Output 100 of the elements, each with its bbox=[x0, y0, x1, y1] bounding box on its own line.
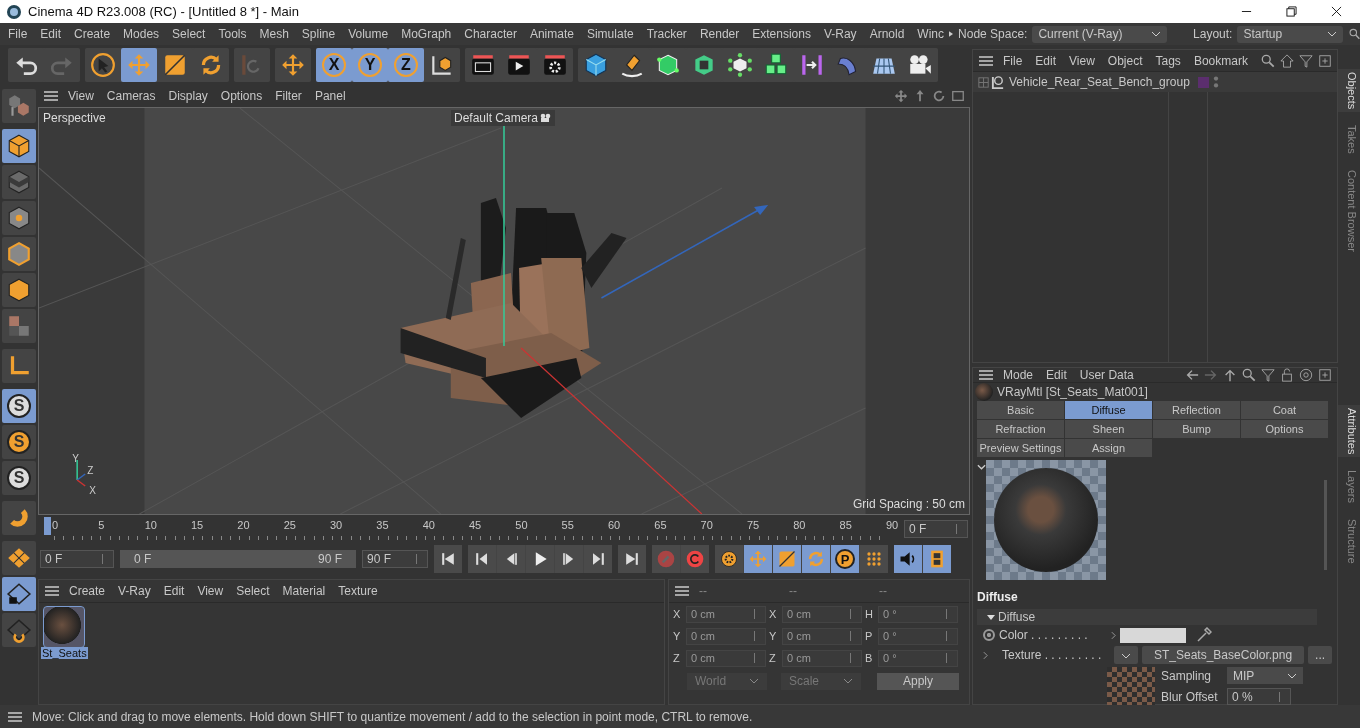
menu-item[interactable]: Winc bbox=[917, 27, 944, 41]
coordinate-field[interactable]: 0 cm bbox=[686, 649, 766, 667]
end-frame-field[interactable]: 90 F bbox=[362, 550, 428, 568]
material-thumbnail[interactable] bbox=[44, 607, 85, 647]
cubes-arrow-button[interactable] bbox=[2, 89, 36, 123]
next-key-button[interactable] bbox=[584, 545, 612, 573]
attribute-tab[interactable]: Preview Settings bbox=[977, 439, 1064, 457]
snap-button[interactable]: S bbox=[2, 461, 36, 495]
target-icon[interactable] bbox=[1299, 368, 1313, 382]
menu-item[interactable]: Modes bbox=[123, 27, 160, 41]
play-button[interactable] bbox=[526, 545, 554, 573]
frame-range-slider[interactable]: 0 F 90 F bbox=[120, 550, 356, 568]
menu-item[interactable]: Create bbox=[74, 27, 111, 41]
group-header[interactable]: Diffuse bbox=[977, 609, 1317, 625]
menu-item[interactable]: View bbox=[197, 584, 224, 598]
cube-faces-button[interactable] bbox=[2, 273, 36, 307]
up-arrow-icon[interactable] bbox=[1223, 368, 1237, 382]
menu-item[interactable]: Display bbox=[168, 89, 208, 103]
grid-lock-button[interactable] bbox=[2, 577, 36, 611]
record-button[interactable] bbox=[681, 545, 709, 573]
snap-button[interactable]: S bbox=[2, 425, 36, 459]
coordinate-field[interactable]: 0 ° bbox=[878, 627, 958, 645]
coordinate-field[interactable]: 0 ° bbox=[878, 649, 958, 667]
attribute-tab[interactable]: Refraction bbox=[977, 420, 1064, 438]
menu-item[interactable]: Panel bbox=[314, 89, 346, 103]
close-icon[interactable] bbox=[1331, 6, 1342, 17]
search-icon[interactable] bbox=[1348, 27, 1360, 41]
layout-dropdown[interactable]: Startup bbox=[1237, 25, 1343, 43]
search-icon[interactable] bbox=[1242, 368, 1256, 382]
side-tab[interactable]: Layers bbox=[1338, 467, 1360, 507]
coordinate-field[interactable]: 0 cm bbox=[782, 649, 862, 667]
browse-button[interactable]: ... bbox=[1308, 646, 1333, 664]
apply-button[interactable]: Apply bbox=[877, 672, 959, 690]
sampling-dropdown[interactable]: MIP bbox=[1227, 667, 1303, 684]
menu-item[interactable]: Tags bbox=[1155, 53, 1181, 68]
coordinate-field[interactable]: 0 cm bbox=[686, 627, 766, 645]
menu-icon[interactable] bbox=[979, 55, 993, 66]
attribute-tab[interactable]: Basic bbox=[977, 401, 1064, 419]
playhead-marker[interactable] bbox=[44, 517, 51, 535]
new-panel-icon[interactable] bbox=[1318, 53, 1332, 68]
move-view-icon[interactable] bbox=[894, 89, 908, 103]
menu-item[interactable]: V-Ray bbox=[823, 27, 857, 41]
gear-button[interactable] bbox=[715, 545, 743, 573]
menu-item[interactable]: Edit bbox=[40, 27, 62, 41]
animate-radio-icon[interactable] bbox=[983, 629, 995, 641]
node-space-dropdown[interactable]: Current (V-Ray) bbox=[1032, 25, 1168, 43]
current-frame-field[interactable]: 0 F bbox=[904, 520, 968, 538]
menu-item[interactable]: Render bbox=[699, 27, 740, 41]
eyedropper-icon[interactable] bbox=[1196, 627, 1212, 643]
menu-item[interactable]: Spline bbox=[301, 27, 336, 41]
menu-item[interactable]: MoGraph bbox=[401, 27, 452, 41]
menu-item[interactable]: File bbox=[1003, 53, 1023, 68]
texture-file-button[interactable]: ST_Seats_BaseColor.png bbox=[1142, 646, 1305, 664]
search-icon[interactable] bbox=[1261, 53, 1275, 68]
menu-icon[interactable] bbox=[675, 586, 689, 596]
material-name[interactable]: St_Seats bbox=[41, 647, 88, 659]
side-tab[interactable]: Structure bbox=[1338, 516, 1360, 568]
attribute-tab[interactable]: Options bbox=[1241, 420, 1328, 438]
menu-item[interactable]: Tools bbox=[218, 27, 247, 41]
menu-item[interactable]: Extensions bbox=[752, 27, 811, 41]
material-tag-swatch[interactable] bbox=[1197, 76, 1209, 88]
side-tab[interactable]: Objects bbox=[1338, 69, 1360, 113]
menu-item[interactable]: Select bbox=[172, 27, 206, 41]
maximize-icon[interactable] bbox=[1286, 6, 1297, 17]
lock-icon[interactable] bbox=[1280, 368, 1294, 382]
menu-item[interactable]: Bookmark bbox=[1193, 53, 1248, 68]
blur-offset-field[interactable]: 0 % bbox=[1227, 688, 1291, 705]
expand-chevron-icon[interactable] bbox=[1111, 630, 1116, 640]
axis-button[interactable] bbox=[2, 349, 36, 383]
speaker-button[interactable] bbox=[894, 545, 922, 573]
menu-item[interactable]: File bbox=[8, 27, 28, 41]
axis-lock-button[interactable]: Z bbox=[388, 48, 424, 82]
attribute-tab[interactable]: Coat bbox=[1241, 401, 1328, 419]
cube-points-button[interactable] bbox=[2, 201, 36, 235]
visibility-dots-icon[interactable] bbox=[1212, 76, 1219, 88]
collapse-chevron-icon[interactable] bbox=[977, 464, 986, 470]
rotate-view-icon[interactable] bbox=[932, 89, 946, 103]
expand-chevron-icon[interactable] bbox=[983, 650, 988, 660]
first-frame-button[interactable] bbox=[434, 545, 462, 573]
menu-item[interactable]: Texture bbox=[338, 584, 378, 598]
coordinate-field[interactable]: 0 cm bbox=[686, 605, 766, 623]
home-icon[interactable] bbox=[1280, 53, 1294, 68]
menu-item[interactable]: Tracker bbox=[646, 27, 687, 41]
menu-item[interactable]: Mode bbox=[1003, 368, 1034, 382]
side-tab[interactable]: Takes bbox=[1338, 122, 1360, 158]
menu-icon[interactable] bbox=[8, 711, 22, 722]
menu-item[interactable]: Cameras bbox=[106, 89, 156, 103]
color-swatch[interactable] bbox=[1120, 627, 1186, 643]
filter-icon[interactable] bbox=[1299, 53, 1313, 68]
next-frame-button[interactable] bbox=[555, 545, 583, 573]
attribute-tab[interactable]: Reflection bbox=[1153, 401, 1240, 419]
menu-item[interactable]: Mesh bbox=[259, 27, 289, 41]
attribute-tab[interactable]: Diffuse bbox=[1065, 401, 1152, 419]
cube-edges-button[interactable] bbox=[2, 237, 36, 271]
side-tab[interactable]: Attributes bbox=[1338, 405, 1360, 458]
new-panel-icon[interactable] bbox=[1318, 368, 1332, 382]
menu-item[interactable]: Create bbox=[69, 584, 106, 598]
grid-rotate-button[interactable] bbox=[2, 613, 36, 647]
menu-item[interactable]: V-Ray bbox=[118, 584, 151, 598]
dots-grid-button[interactable] bbox=[860, 545, 888, 573]
